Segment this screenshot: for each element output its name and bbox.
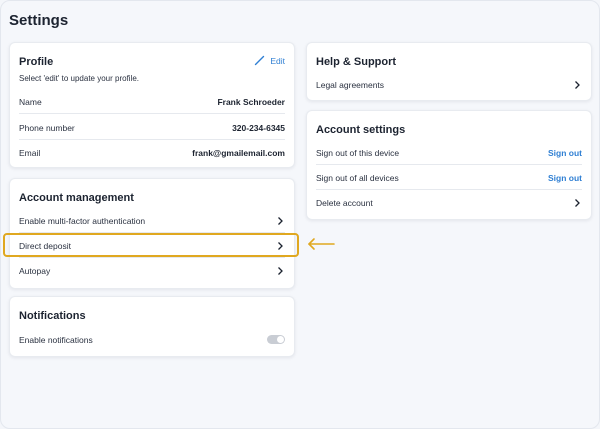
multi-factor-label: Enable multi-factor authentication	[19, 215, 146, 226]
legal-agreements-label: Legal agreements	[316, 79, 385, 90]
enable-notifications-label: Enable notifications	[19, 334, 93, 345]
edit-profile-button[interactable]: Edit	[254, 55, 285, 66]
email-label: Email	[19, 147, 41, 158]
page-title: Settings	[9, 12, 69, 29]
name-label: Name	[19, 96, 42, 107]
phone-label: Phone number	[19, 122, 75, 133]
help-support-title: Help & Support	[316, 56, 397, 68]
help-support-card: Help & Support Legal agreements	[306, 42, 592, 101]
sign-out-device-row: Sign out of this device Sign out	[307, 140, 591, 165]
notifications-toggle[interactable]	[267, 335, 285, 344]
sign-out-device-label: Sign out of this device	[316, 147, 400, 158]
account-settings-title: Account settings	[316, 124, 406, 136]
profile-card: Profile Edit Select 'edit' to update you…	[9, 42, 295, 168]
profile-subtitle: Select 'edit' to update your profile.	[19, 74, 140, 83]
notifications-row: Enable notifications	[10, 327, 294, 352]
profile-row-name: Name Frank Schroeder	[10, 89, 294, 114]
chevron-right-icon	[278, 216, 283, 225]
profile-row-phone: Phone number 320-234-6345	[10, 115, 294, 140]
notifications-title: Notifications	[19, 310, 86, 322]
profile-row-email: Email frank@gmailemail.com	[10, 140, 294, 165]
arrow-left-icon	[308, 238, 335, 250]
edit-label: Edit	[270, 55, 285, 66]
profile-title: Profile	[19, 56, 54, 68]
notifications-card: Notifications Enable notifications	[9, 296, 295, 357]
sign-out-all-row: Sign out of all devices Sign out	[307, 165, 591, 190]
pencil-icon	[255, 55, 265, 66]
direct-deposit-highlight	[3, 233, 299, 257]
menu-item-delete-account[interactable]: Delete account	[307, 190, 591, 215]
chevron-right-icon	[575, 198, 580, 207]
sign-out-all-label: Sign out of all devices	[316, 172, 399, 183]
delete-account-label: Delete account	[316, 197, 373, 208]
menu-item-legal-agreements[interactable]: Legal agreements	[307, 72, 591, 97]
sign-out-all-button[interactable]: Sign out	[548, 173, 582, 183]
menu-item-autopay[interactable]: Autopay	[10, 258, 294, 283]
sign-out-device-button[interactable]: Sign out	[548, 148, 582, 158]
phone-value: 320-234-6345	[232, 122, 285, 133]
account-management-title: Account management	[19, 192, 134, 204]
email-value: frank@gmailemail.com	[192, 147, 285, 158]
name-value: Frank Schroeder	[217, 96, 285, 107]
chevron-right-icon	[278, 266, 283, 275]
menu-item-multi-factor[interactable]: Enable multi-factor authentication	[10, 208, 294, 233]
account-settings-card: Account settings Sign out of this device…	[306, 110, 592, 220]
chevron-right-icon	[575, 80, 580, 89]
autopay-label: Autopay	[19, 265, 51, 276]
